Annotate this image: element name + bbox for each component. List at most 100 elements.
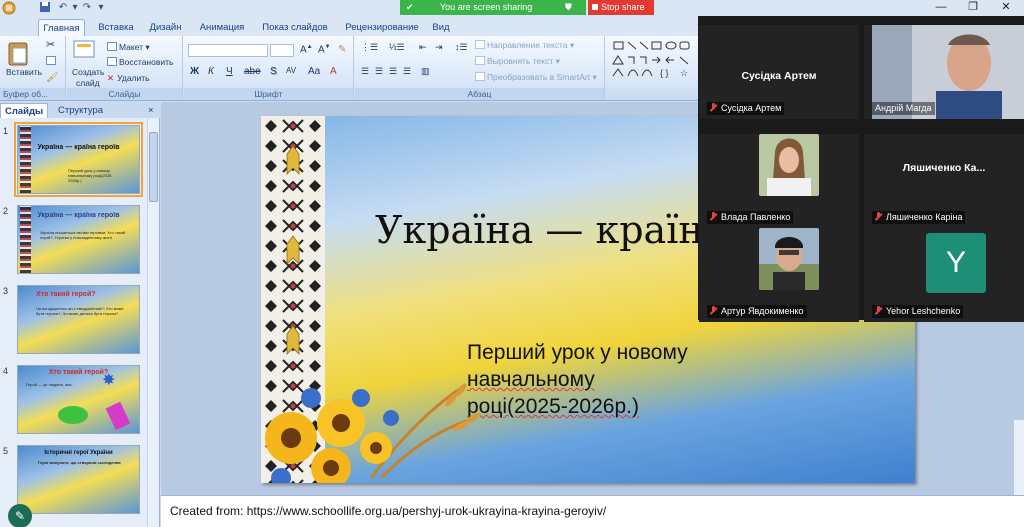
- shapes-gallery[interactable]: { } ☆: [606, 36, 700, 100]
- smartart-label: Преобразовать в SmartArt: [487, 72, 591, 82]
- delete-slide-button[interactable]: ✕ Удалить: [107, 73, 150, 84]
- minimize-button[interactable]: —: [925, 0, 957, 16]
- participant-tile[interactable]: Y Yehor Leshchenko: [864, 228, 1024, 322]
- bold-icon[interactable]: Ж: [190, 66, 199, 77]
- slide-number: 4: [3, 366, 9, 376]
- justify-icon[interactable]: ☰: [403, 66, 411, 77]
- pencil-icon[interactable]: ✎: [8, 504, 32, 527]
- customize-qat-icon[interactable]: ▾: [94, 1, 108, 14]
- thumb-title: Україна — країна героїв: [37, 144, 120, 151]
- paste-button[interactable]: Вставить: [6, 67, 42, 78]
- font-color-icon[interactable]: A: [330, 66, 337, 77]
- numbering-icon[interactable]: ⅓☰: [389, 42, 405, 53]
- panel-scrollbar[interactable]: [147, 118, 158, 527]
- slide-thumbnail-2[interactable]: Україна — країна героїв Україна пишаєтьс…: [17, 205, 140, 274]
- tab-insert[interactable]: Вставка: [90, 19, 142, 36]
- text-direction-button[interactable]: Направление текста ▾: [475, 40, 574, 51]
- slide-subtitle[interactable]: Перший урок у новому навчальному році(20…: [467, 339, 767, 420]
- reset-button[interactable]: Восстановить: [107, 57, 173, 68]
- font-size-combo[interactable]: [270, 44, 294, 57]
- align-text-button[interactable]: Выровнять текст ▾: [475, 56, 560, 67]
- new-slide-button[interactable]: Создать: [72, 67, 104, 78]
- muted-mic-icon: [710, 306, 717, 315]
- increase-indent-icon[interactable]: ⇥: [435, 42, 443, 53]
- shadow-icon[interactable]: S: [270, 66, 277, 77]
- participant-label: Ляшиченко Каріна: [872, 211, 966, 224]
- reset-label: Восстановить: [119, 57, 174, 67]
- align-right-icon[interactable]: ☰: [389, 66, 397, 77]
- share-status-icon: ✔: [406, 2, 414, 12]
- participant-name: Yehor Leshchenko: [886, 306, 961, 316]
- columns-icon[interactable]: ▥: [421, 66, 430, 77]
- layout-icon: [107, 42, 117, 51]
- font-group: A▲ A▼ ✎ Ж К Ч abe S AV Aa A Шрифт: [184, 36, 354, 100]
- slide-thumbnail-3[interactable]: Хто такий герой? Чи погоджуєтесь ви з тв…: [17, 285, 140, 354]
- thumb-text: Герої минулого, що створили сьогодення: [38, 460, 121, 465]
- svg-text:☆: ☆: [680, 68, 688, 78]
- format-painter-icon[interactable]: 🖌: [46, 72, 59, 83]
- editor-scrollbar[interactable]: [1014, 420, 1024, 495]
- participant-name: Андрій Магда: [875, 103, 932, 113]
- line-spacing-icon[interactable]: ↕☰: [455, 42, 468, 53]
- align-left-icon[interactable]: ☰: [361, 66, 369, 77]
- slide-number: 1: [3, 126, 9, 136]
- participant-name: Ляшиченко Каріна: [886, 212, 963, 222]
- notes-pane[interactable]: Created from: https://www.schoollife.org…: [161, 495, 1024, 527]
- slides-group: Создать слайд Макет ▾ Восстановить ✕ Удал…: [67, 36, 183, 100]
- paragraph-group: ⋮☰ ⅓☰ ⇤ ⇥ ↕☰ ☰ ☰ ☰ ☰ ▥ Направление текст…: [355, 36, 605, 100]
- slide-thumbnail-4[interactable]: Хто такий герой? Герой — це людина, яка.…: [17, 365, 140, 434]
- scroll-thumb[interactable]: [149, 132, 158, 202]
- redo-icon[interactable]: ↷: [80, 1, 94, 14]
- shrink-font-icon[interactable]: A▼: [318, 44, 331, 55]
- participant-label: Андрій Магда: [872, 102, 935, 115]
- text-direction-icon: [475, 40, 485, 49]
- clear-format-icon[interactable]: ✎: [338, 44, 346, 55]
- smartart-button[interactable]: Преобразовать в SmartArt ▾: [475, 72, 597, 83]
- copy-icon[interactable]: [46, 56, 58, 67]
- slide-number: 3: [3, 286, 9, 296]
- slide-thumbnail-5[interactable]: Історичні герої України Герої минулого, …: [17, 445, 140, 514]
- muted-mic-icon: [710, 212, 717, 221]
- notes-text[interactable]: Created from: https://www.schoollife.org…: [170, 504, 606, 518]
- decrease-indent-icon[interactable]: ⇤: [419, 42, 427, 53]
- participant-tile[interactable]: Андрій Магда: [864, 25, 1024, 119]
- slide-thumbnail-1[interactable]: Україна — країна героїв Перший урок у но…: [14, 122, 143, 197]
- bullets-icon[interactable]: ⋮☰: [361, 42, 378, 53]
- participant-label: Артур Явдокименко: [707, 305, 807, 318]
- layout-button[interactable]: Макет ▾: [107, 42, 150, 53]
- muted-mic-icon: [875, 306, 882, 315]
- paste-icon[interactable]: [6, 40, 30, 66]
- tab-slides[interactable]: Слайды: [0, 103, 49, 118]
- font-name-combo[interactable]: [188, 44, 268, 57]
- change-case-icon[interactable]: Aa: [308, 66, 320, 77]
- office-button-icon[interactable]: [2, 1, 16, 15]
- close-panel-icon[interactable]: ×: [144, 103, 158, 118]
- new-slide-icon[interactable]: [73, 40, 95, 63]
- maximize-button[interactable]: ❐: [957, 0, 989, 16]
- save-icon[interactable]: [38, 1, 52, 14]
- thumb-star-shape: ✸: [102, 372, 116, 389]
- tab-view[interactable]: Вид: [428, 19, 454, 36]
- tab-home[interactable]: Главная: [38, 19, 85, 36]
- tab-design[interactable]: Дизайн: [143, 19, 188, 36]
- italic-icon[interactable]: К: [208, 66, 214, 77]
- tab-review[interactable]: Рецензирование: [339, 19, 425, 36]
- cut-icon[interactable]: ✂: [46, 40, 55, 51]
- grow-font-icon[interactable]: A▲: [300, 44, 313, 55]
- close-button[interactable]: ✕: [990, 0, 1022, 16]
- underline-icon[interactable]: Ч: [226, 66, 233, 77]
- participant-name: Влада Павленко: [721, 212, 791, 222]
- participant-tile[interactable]: Сусідка Артем Сусідка Артем: [699, 25, 859, 119]
- text-direction-label: Направление текста: [487, 40, 568, 50]
- participant-tile[interactable]: Артур Явдокименко: [699, 228, 859, 322]
- participant-tile[interactable]: Ляшиченко Ка... Ляшиченко Каріна: [864, 134, 1024, 228]
- align-center-icon[interactable]: ☰: [375, 66, 383, 77]
- participant-tile[interactable]: Влада Павленко: [699, 134, 859, 228]
- muted-mic-icon: [710, 103, 717, 112]
- stop-share-button[interactable]: Stop share: [588, 0, 654, 15]
- tab-slideshow[interactable]: Показ слайдов: [256, 19, 334, 36]
- tab-animation[interactable]: Анимация: [193, 19, 251, 36]
- char-spacing-icon[interactable]: AV: [286, 66, 296, 75]
- strike-icon[interactable]: abe: [244, 66, 261, 77]
- tab-outline[interactable]: Структура: [54, 103, 107, 118]
